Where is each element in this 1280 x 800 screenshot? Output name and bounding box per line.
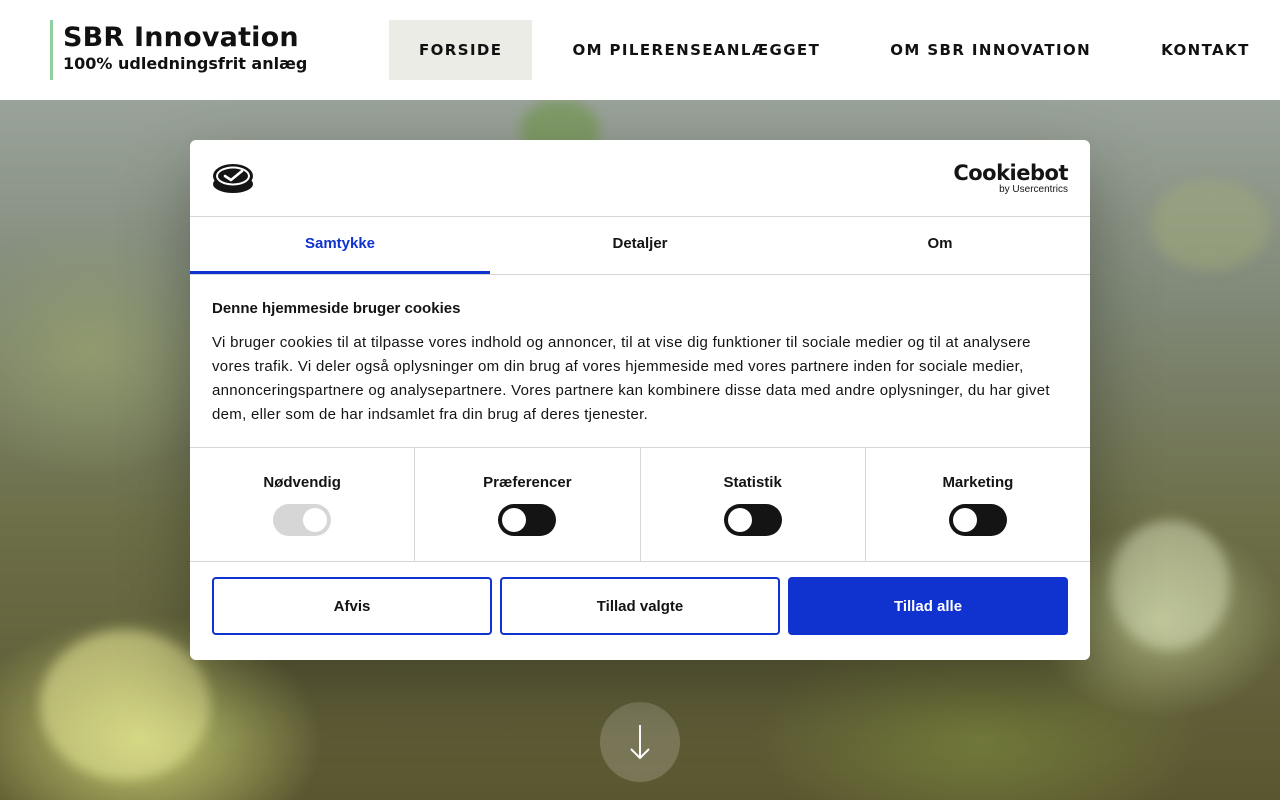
toggle-cell-noedvendig: Nødvendig (190, 448, 416, 561)
cookiebot-logo-icon (213, 164, 253, 193)
site-header: SBR Innovation 100% udledningsfrit anlæg… (0, 0, 1280, 100)
toggle-cell-marketing: Marketing (866, 448, 1090, 561)
cookie-body: Denne hjemmeside bruger cookies Vi bruge… (190, 275, 1090, 448)
allow-all-button[interactable]: Tillad alle (788, 577, 1068, 635)
nav-item-om-pilerenseanlaegget[interactable]: OM PILERENSEANLÆGGET (542, 20, 850, 80)
arrow-down-icon (630, 725, 650, 760)
cookie-heading: Denne hjemmeside bruger cookies (212, 300, 461, 317)
cookiebot-by: by Usercentrics (999, 184, 1068, 195)
toggle-label-marketing: Marketing (942, 474, 1014, 491)
hero-blob (40, 630, 210, 780)
reject-button[interactable]: Afvis (212, 577, 492, 635)
hero-blob (1110, 520, 1230, 650)
cookie-consent-dialog: Cookiebot by Usercentrics Samtykke Detal… (190, 140, 1090, 660)
toggle-knob (303, 508, 328, 532)
scroll-down-button[interactable] (600, 702, 680, 782)
tab-samtykke[interactable]: Samtykke (190, 217, 490, 274)
tab-om[interactable]: Om (790, 217, 1090, 274)
toggle-label-praeferencer: Præferencer (483, 474, 572, 491)
toggle-knob (952, 508, 977, 532)
nav-item-kontakt[interactable]: KONTAKT (1131, 20, 1280, 80)
toggle-praeferencer[interactable] (498, 504, 557, 536)
cookiebot-name: Cookiebot (953, 161, 1068, 185)
main-nav: FORSIDE OM PILERENSEANLÆGGET OM SBR INNO… (389, 20, 1280, 80)
toggle-cell-statistik: Statistik (641, 448, 866, 561)
toggle-noedvendig (273, 504, 332, 536)
toggle-statistik[interactable] (723, 504, 782, 536)
toggle-label-statistik: Statistik (723, 474, 782, 491)
cookiebot-brand[interactable]: Cookiebot by Usercentrics (953, 162, 1068, 195)
brand[interactable]: SBR Innovation 100% udledningsfrit anlæg (50, 20, 307, 80)
cookie-buttons: Afvis Tillad valgte Tillad alle (190, 562, 1090, 635)
toggle-cell-praeferencer: Præferencer (415, 448, 641, 561)
nav-item-forside[interactable]: FORSIDE (389, 20, 533, 80)
tab-detaljer[interactable]: Detaljer (490, 217, 790, 274)
cookie-tabs: Samtykke Detaljer Om (190, 217, 1090, 275)
cookie-description: Vi bruger cookies til at tilpasse vores … (212, 334, 1050, 423)
cookie-toggles: Nødvendig Præferencer Statistik Marketin… (190, 448, 1090, 562)
nav-item-om-sbr-innovation[interactable]: OM SBR INNOVATION (860, 20, 1121, 80)
brand-subtitle: 100% udledningsfrit anlæg (63, 54, 308, 73)
hero-blob (1150, 180, 1270, 270)
toggle-label-noedvendig: Nødvendig (263, 474, 341, 491)
allow-selected-button[interactable]: Tillad valgte (500, 577, 780, 635)
toggle-marketing[interactable] (948, 504, 1007, 536)
toggle-knob (502, 508, 527, 532)
toggle-knob (727, 508, 752, 532)
cookie-dialog-header: Cookiebot by Usercentrics (190, 140, 1090, 217)
brand-title: SBR Innovation (63, 22, 299, 53)
